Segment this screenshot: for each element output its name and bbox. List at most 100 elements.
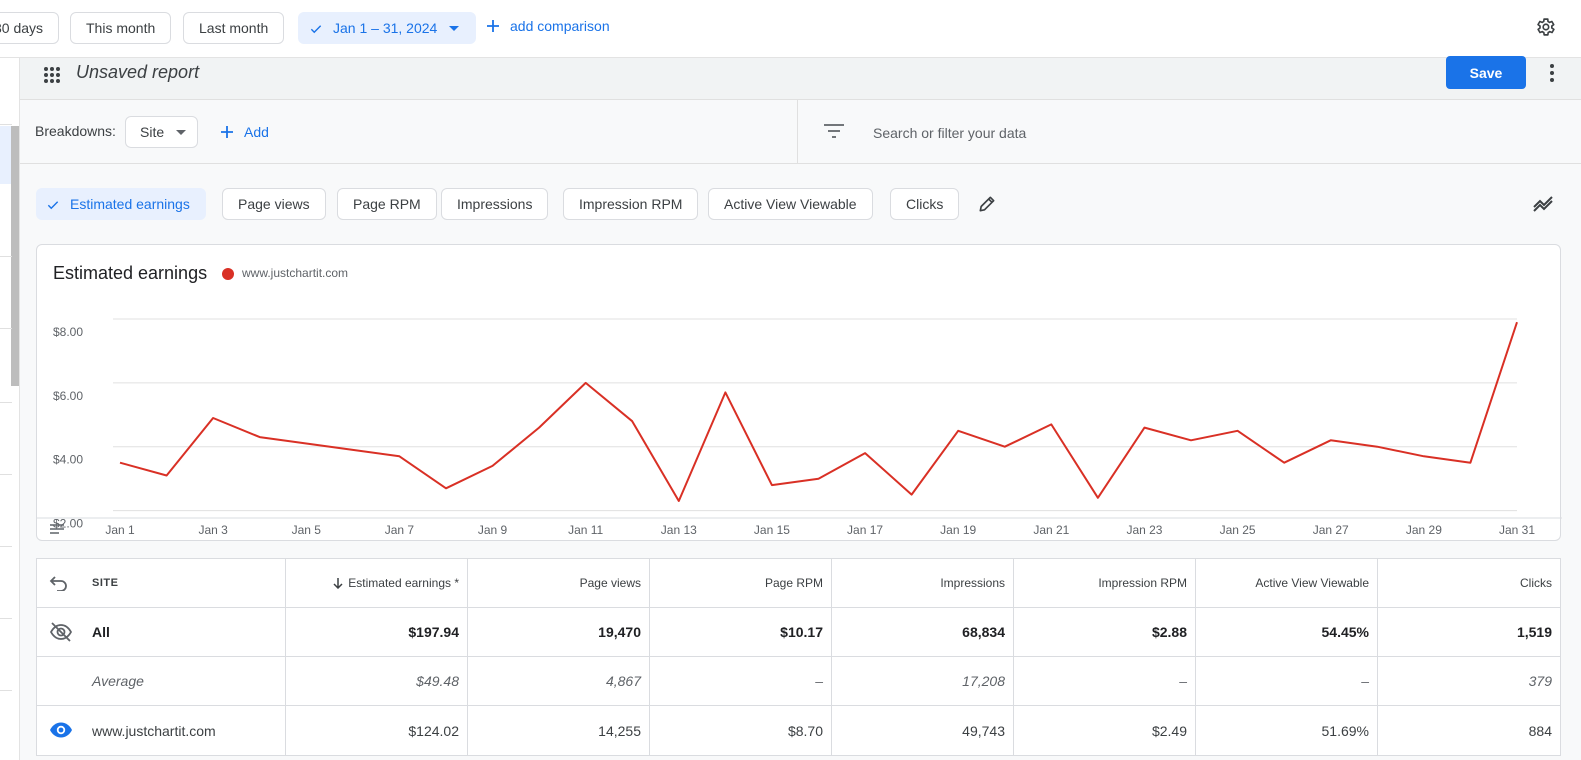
breakdowns-section: Breakdowns: Site Add — [20, 100, 798, 164]
report-title[interactable]: Unsaved report — [76, 62, 199, 83]
more-vert-icon[interactable] — [1548, 63, 1556, 83]
x-tick-label: Jan 11 — [568, 523, 603, 537]
caret-down-icon — [176, 130, 186, 135]
preset-last-month[interactable]: Last month — [183, 12, 285, 44]
cell-active-view-viewable: 51.69% — [1195, 706, 1377, 755]
report-header: Unsaved report Save — [20, 56, 1581, 100]
y-tick-label: $4.00 — [53, 453, 83, 467]
chevron-down-icon — [449, 26, 460, 31]
x-tick-label: Jan 25 — [1220, 523, 1256, 537]
metric-chip-impression-rpm[interactable]: Impression RPM — [563, 188, 699, 220]
filter-list-icon — [824, 124, 844, 138]
metric-chip-active-view-viewable[interactable]: Active View Viewable — [708, 188, 873, 220]
col-header-impression-rpm[interactable]: Impression RPM — [1013, 559, 1195, 607]
y-tick-label: $8.00 — [53, 325, 83, 339]
cell-clicks: 1,519 — [1377, 608, 1560, 656]
x-tick-label: Jan 5 — [292, 523, 322, 537]
sidebar-scrollbar[interactable] — [11, 126, 19, 386]
y-tick-label: $6.00 — [53, 389, 83, 403]
col-header-label: Estimated earnings * — [348, 576, 459, 590]
breakdown-site-select[interactable]: Site — [125, 116, 198, 148]
series-line — [119, 321, 1518, 502]
x-tick-label: Jan 29 — [1406, 523, 1442, 537]
cell-page-rpm: – — [649, 657, 831, 705]
metric-chip-page-views[interactable]: Page views — [222, 188, 326, 220]
x-tick-label: Jan 13 — [661, 523, 697, 537]
apps-grid-icon[interactable] — [42, 65, 62, 85]
date-range-label: Jan 1 – 31, 2024 — [333, 20, 438, 36]
divider — [0, 124, 12, 125]
x-tick-label: Jan 9 — [478, 523, 508, 537]
col-header-site[interactable]: SITE — [37, 559, 285, 607]
cell-impression-rpm: $2.49 — [1013, 706, 1195, 755]
cell-estimated-earnings: $49.48 — [285, 657, 467, 705]
divider — [0, 546, 12, 547]
save-button[interactable]: Save — [1446, 56, 1526, 89]
x-tick-label: Jan 15 — [754, 523, 790, 537]
plus-icon — [487, 20, 499, 32]
cell-impression-rpm: $2.88 — [1013, 608, 1195, 656]
filter-search-input[interactable]: Search or filter your data — [873, 125, 1026, 141]
x-tick-label: Jan 7 — [385, 523, 415, 537]
x-tick-label: Jan 19 — [940, 523, 976, 537]
cell-impressions: 68,834 — [831, 608, 1013, 656]
x-tick-label: Jan 21 — [1033, 523, 1069, 537]
table-row-all: All $197.94 19,470 $10.17 68,834 $2.88 5… — [37, 608, 1560, 657]
compare-trend-icon[interactable] — [1533, 195, 1555, 213]
x-tick-label: Jan 23 — [1126, 523, 1162, 537]
cell-active-view-viewable: 54.45% — [1195, 608, 1377, 656]
preset-this-month[interactable]: This month — [70, 12, 172, 44]
table-row-site: www.justchartit.com $124.02 14,255 $8.70… — [37, 706, 1560, 755]
table-row-average: Average $49.48 4,867 – 17,208 – – 379 — [37, 657, 1560, 706]
add-breakdown-label: Add — [244, 124, 269, 140]
metric-chip-page-rpm[interactable]: Page RPM — [337, 188, 437, 220]
cell-page-rpm: $10.17 — [649, 608, 831, 656]
col-header-page-views[interactable]: Page views — [467, 559, 649, 607]
cell-active-view-viewable: – — [1195, 657, 1377, 705]
x-tick-label: Jan 27 — [1313, 523, 1349, 537]
settings-gear-icon[interactable] — [1534, 16, 1556, 38]
metric-chip-impressions[interactable]: Impressions — [441, 188, 549, 220]
col-header-active-view-viewable[interactable]: Active View Viewable — [1195, 559, 1377, 607]
date-range-bar: 30 days This month Last month Jan 1 – 31… — [0, 0, 1581, 58]
metric-chip-label: Estimated earnings — [70, 196, 190, 212]
divider — [0, 328, 12, 329]
col-header-impressions[interactable]: Impressions — [831, 559, 1013, 607]
check-icon — [310, 25, 322, 34]
add-breakdown-button[interactable]: Add — [220, 124, 269, 140]
x-tick-label: Jan 17 — [847, 523, 883, 537]
metric-chip-clicks[interactable]: Clicks — [890, 188, 960, 220]
breakdown-site-label: Site — [140, 124, 165, 140]
x-tick-label: Jan 3 — [198, 523, 228, 537]
report-table: SITE Estimated earnings * Page views Pag… — [36, 558, 1561, 756]
row-site-label[interactable]: www.justchartit.com — [37, 706, 285, 755]
cell-impressions: 49,743 — [831, 706, 1013, 755]
arrow-down-icon — [333, 578, 343, 589]
add-comparison-label: add comparison — [510, 18, 610, 34]
edit-pencil-icon[interactable] — [977, 194, 997, 214]
col-header-estimated-earnings[interactable]: Estimated earnings * — [285, 559, 467, 607]
report-main-panel: Unsaved report Save Breakdowns: Site Add… — [20, 56, 1581, 760]
chart-menu-icon[interactable] — [49, 524, 65, 536]
cell-estimated-earnings: $124.02 — [285, 706, 467, 755]
divider — [0, 402, 12, 403]
col-header-clicks[interactable]: Clicks — [1377, 559, 1560, 607]
cell-page-views: 19,470 — [467, 608, 649, 656]
cell-impressions: 17,208 — [831, 657, 1013, 705]
cell-page-rpm: $8.70 — [649, 706, 831, 755]
date-range-selector[interactable]: Jan 1 – 31, 2024 — [298, 12, 477, 44]
add-comparison-button[interactable]: add comparison — [487, 18, 610, 34]
plus-icon — [221, 126, 233, 138]
metric-chip-estimated-earnings[interactable]: Estimated earnings — [36, 188, 206, 220]
cell-clicks: 884 — [1377, 706, 1560, 755]
preset-30-days[interactable]: 30 days — [0, 12, 60, 44]
earnings-line-chart: $8.00$6.00$4.00$2.00 Jan 1 Jan 3 Jan 5 Jan 7… — [37, 318, 1562, 537]
left-sidebar-rail — [0, 58, 20, 760]
col-header-page-rpm[interactable]: Page RPM — [649, 559, 831, 607]
check-icon — [47, 201, 59, 210]
earnings-chart-card: Estimated earnings www.justchartit.com $… — [36, 244, 1562, 541]
breakdowns-label: Breakdowns: — [35, 123, 116, 139]
divider — [0, 256, 12, 257]
row-site-label: Average — [92, 673, 144, 689]
cell-clicks: 379 — [1377, 657, 1560, 705]
